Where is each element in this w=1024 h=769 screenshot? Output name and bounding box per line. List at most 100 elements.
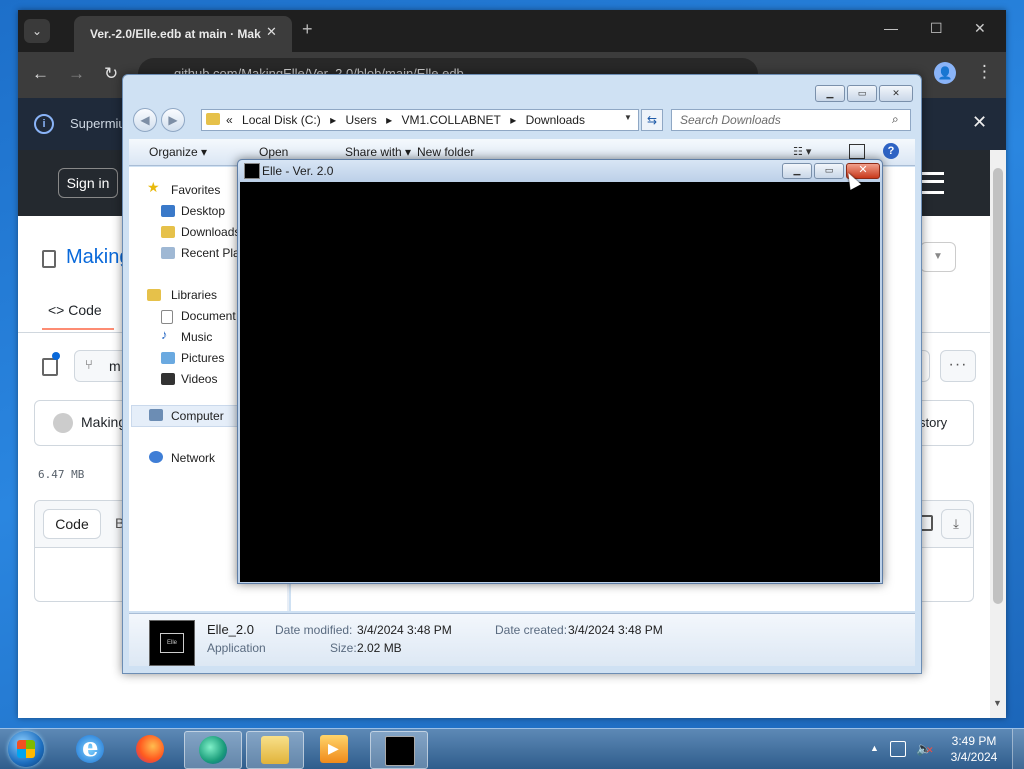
documents-icon [161,310,173,324]
back-arrow-icon[interactable]: ← [32,64,49,84]
date-modified-label: Date modified: [275,623,353,637]
show-desktop-button[interactable] [1012,729,1024,769]
muted-x-icon: ✕ [926,745,934,755]
code-view-button[interactable]: Code [43,509,101,539]
breadcrumb-separator-icon[interactable]: ▸ [510,113,516,127]
recent-places-icon [161,247,175,259]
explorer-close-button[interactable]: ✕ [879,85,913,102]
organize-button[interactable]: Organize ▾ [149,145,207,159]
libraries-icon [147,289,161,301]
download-icon[interactable]: ⤓ [941,509,971,539]
page-scrollbar[interactable]: ▼ [990,150,1006,718]
new-tab-plus-icon[interactable]: + [302,19,313,40]
breadcrumb-users[interactable]: Users [345,113,376,127]
breadcrumb-overflow[interactable]: « [226,113,233,127]
chrome-maximize-icon[interactable]: ☐ [930,20,943,37]
address-dropdown-icon[interactable]: ▼ [624,113,632,122]
preview-pane-icon[interactable] [849,144,865,159]
nav-videos[interactable]: Videos [181,372,217,386]
clock-time[interactable]: 3:49 PM [944,734,1004,748]
nav-desktop[interactable]: Desktop [181,204,225,218]
new-folder-button[interactable]: New folder [417,145,474,159]
history-link[interactable]: story [919,415,947,430]
breadcrumb-downloads[interactable]: Downloads [526,113,585,127]
back-arrow-icon[interactable]: ◀ [133,108,157,132]
taskbar-media-player[interactable] [306,731,362,767]
folder-icon [206,113,220,125]
breadcrumb-separator-icon[interactable]: ▸ [386,113,392,127]
branch-label: m [109,358,121,374]
chrome-minimize-icon[interactable]: — [884,20,898,36]
show-hidden-icons-icon[interactable]: ▲ [870,743,879,753]
repo-name-link[interactable]: Making [66,246,130,269]
taskbar-elle[interactable] [370,731,428,769]
forward-arrow-icon[interactable]: → [68,64,85,84]
taskbar-explorer[interactable] [246,731,304,769]
breadcrumb-local-disk[interactable]: Local Disk (C:) [242,113,321,127]
nav-libraries[interactable]: Libraries [171,288,217,302]
side-panel-icon[interactable] [42,358,58,376]
media-player-icon [320,735,348,763]
forward-arrow-icon[interactable]: ▶ [161,108,185,132]
nav-computer[interactable]: Computer [171,409,224,423]
tab-search-chevron-icon[interactable]: ⌄ [24,19,50,43]
taskbar-internet-explorer[interactable] [62,731,118,767]
chrome-close-icon[interactable]: ✕ [974,20,986,37]
elle-canvas[interactable] [240,182,880,582]
search-icon[interactable]: ⌕ [892,112,899,127]
nav-network[interactable]: Network [171,451,215,465]
tab-code[interactable]: <> Code [48,302,102,318]
search-input[interactable]: Search Downloads ⌕ [671,109,911,131]
elle-minimize-button[interactable]: ▁ [782,163,812,179]
chrome-menu-icon[interactable]: ⋮ [976,62,993,82]
clock-date[interactable]: 3/4/2024 [944,750,1004,764]
reload-icon[interactable]: ↻ [104,64,118,84]
elle-titlebar[interactable]: Elle - Ver. 2.0 ▁ ▭ ✕ [238,160,882,182]
share-with-button[interactable]: Share with ▾ [345,145,411,159]
help-icon[interactable]: ? [883,143,899,159]
thumbnail-logo: Elle [160,633,184,653]
sign-in-button[interactable]: Sign in [58,168,118,198]
pictures-icon [161,352,175,364]
open-button[interactable]: Open [259,145,288,159]
chrome-tab-bar: ⌄ Ver.-2.0/Elle.edb at main · Mak ✕ + — … [18,10,1006,52]
breadcrumb-vm1[interactable]: VM1.COLLABNET [402,113,501,127]
scrollbar-thumb[interactable] [993,168,1003,604]
nav-favorites[interactable]: Favorites [171,183,220,197]
scroll-down-arrow-icon[interactable]: ▼ [993,698,1002,708]
change-view-icon[interactable]: ☷ ▾ [793,145,811,158]
info-icon: i [34,114,54,134]
repo-dropdown-icon[interactable]: ▼ [920,242,956,272]
repo-icon [42,250,56,268]
network-tray-icon[interactable] [890,741,906,757]
taskbar-firefox[interactable] [122,731,178,767]
breadcrumb-separator-icon[interactable]: ▸ [330,113,336,127]
avatar[interactable] [53,413,73,433]
branch-icon: ⑂ [85,357,93,372]
file-size: 6.47 MB [38,468,85,481]
taskbar: ▲ 🔈 ✕ 3:49 PM 3/4/2024 [0,728,1024,769]
address-bar[interactable]: « Local Disk (C:) ▸ Users ▸ VM1.COLLABNE… [201,109,639,131]
size-label: Size: [330,641,357,655]
hamburger-menu-icon[interactable] [922,172,944,194]
info-bar-close-icon[interactable]: ✕ [972,112,987,133]
more-options-icon[interactable]: ··· [940,350,976,382]
taskbar-edge[interactable] [184,731,242,769]
folder-icon [261,736,289,764]
start-button[interactable] [8,731,44,767]
nav-pictures[interactable]: Pictures [181,351,224,365]
explorer-maximize-button[interactable]: ▭ [847,85,877,102]
network-icon [149,451,163,463]
elle-app-icon[interactable] [244,163,260,179]
explorer-minimize-button[interactable]: ▁ [815,85,845,102]
videos-icon [161,373,175,385]
commit-author[interactable]: Making [81,414,126,430]
firefox-icon [136,735,164,763]
nav-music[interactable]: Music [181,330,212,344]
refresh-icon[interactable]: ⇆ [641,109,663,131]
tab-close-icon[interactable]: ✕ [266,24,277,40]
elle-window: Elle - Ver. 2.0 ▁ ▭ ✕ [237,159,883,584]
elle-restore-button[interactable]: ▭ [814,163,844,179]
browser-tab-active[interactable]: Ver.-2.0/Elle.edb at main · Mak ✕ [74,16,292,52]
profile-avatar-icon[interactable]: 👤 [934,62,956,84]
